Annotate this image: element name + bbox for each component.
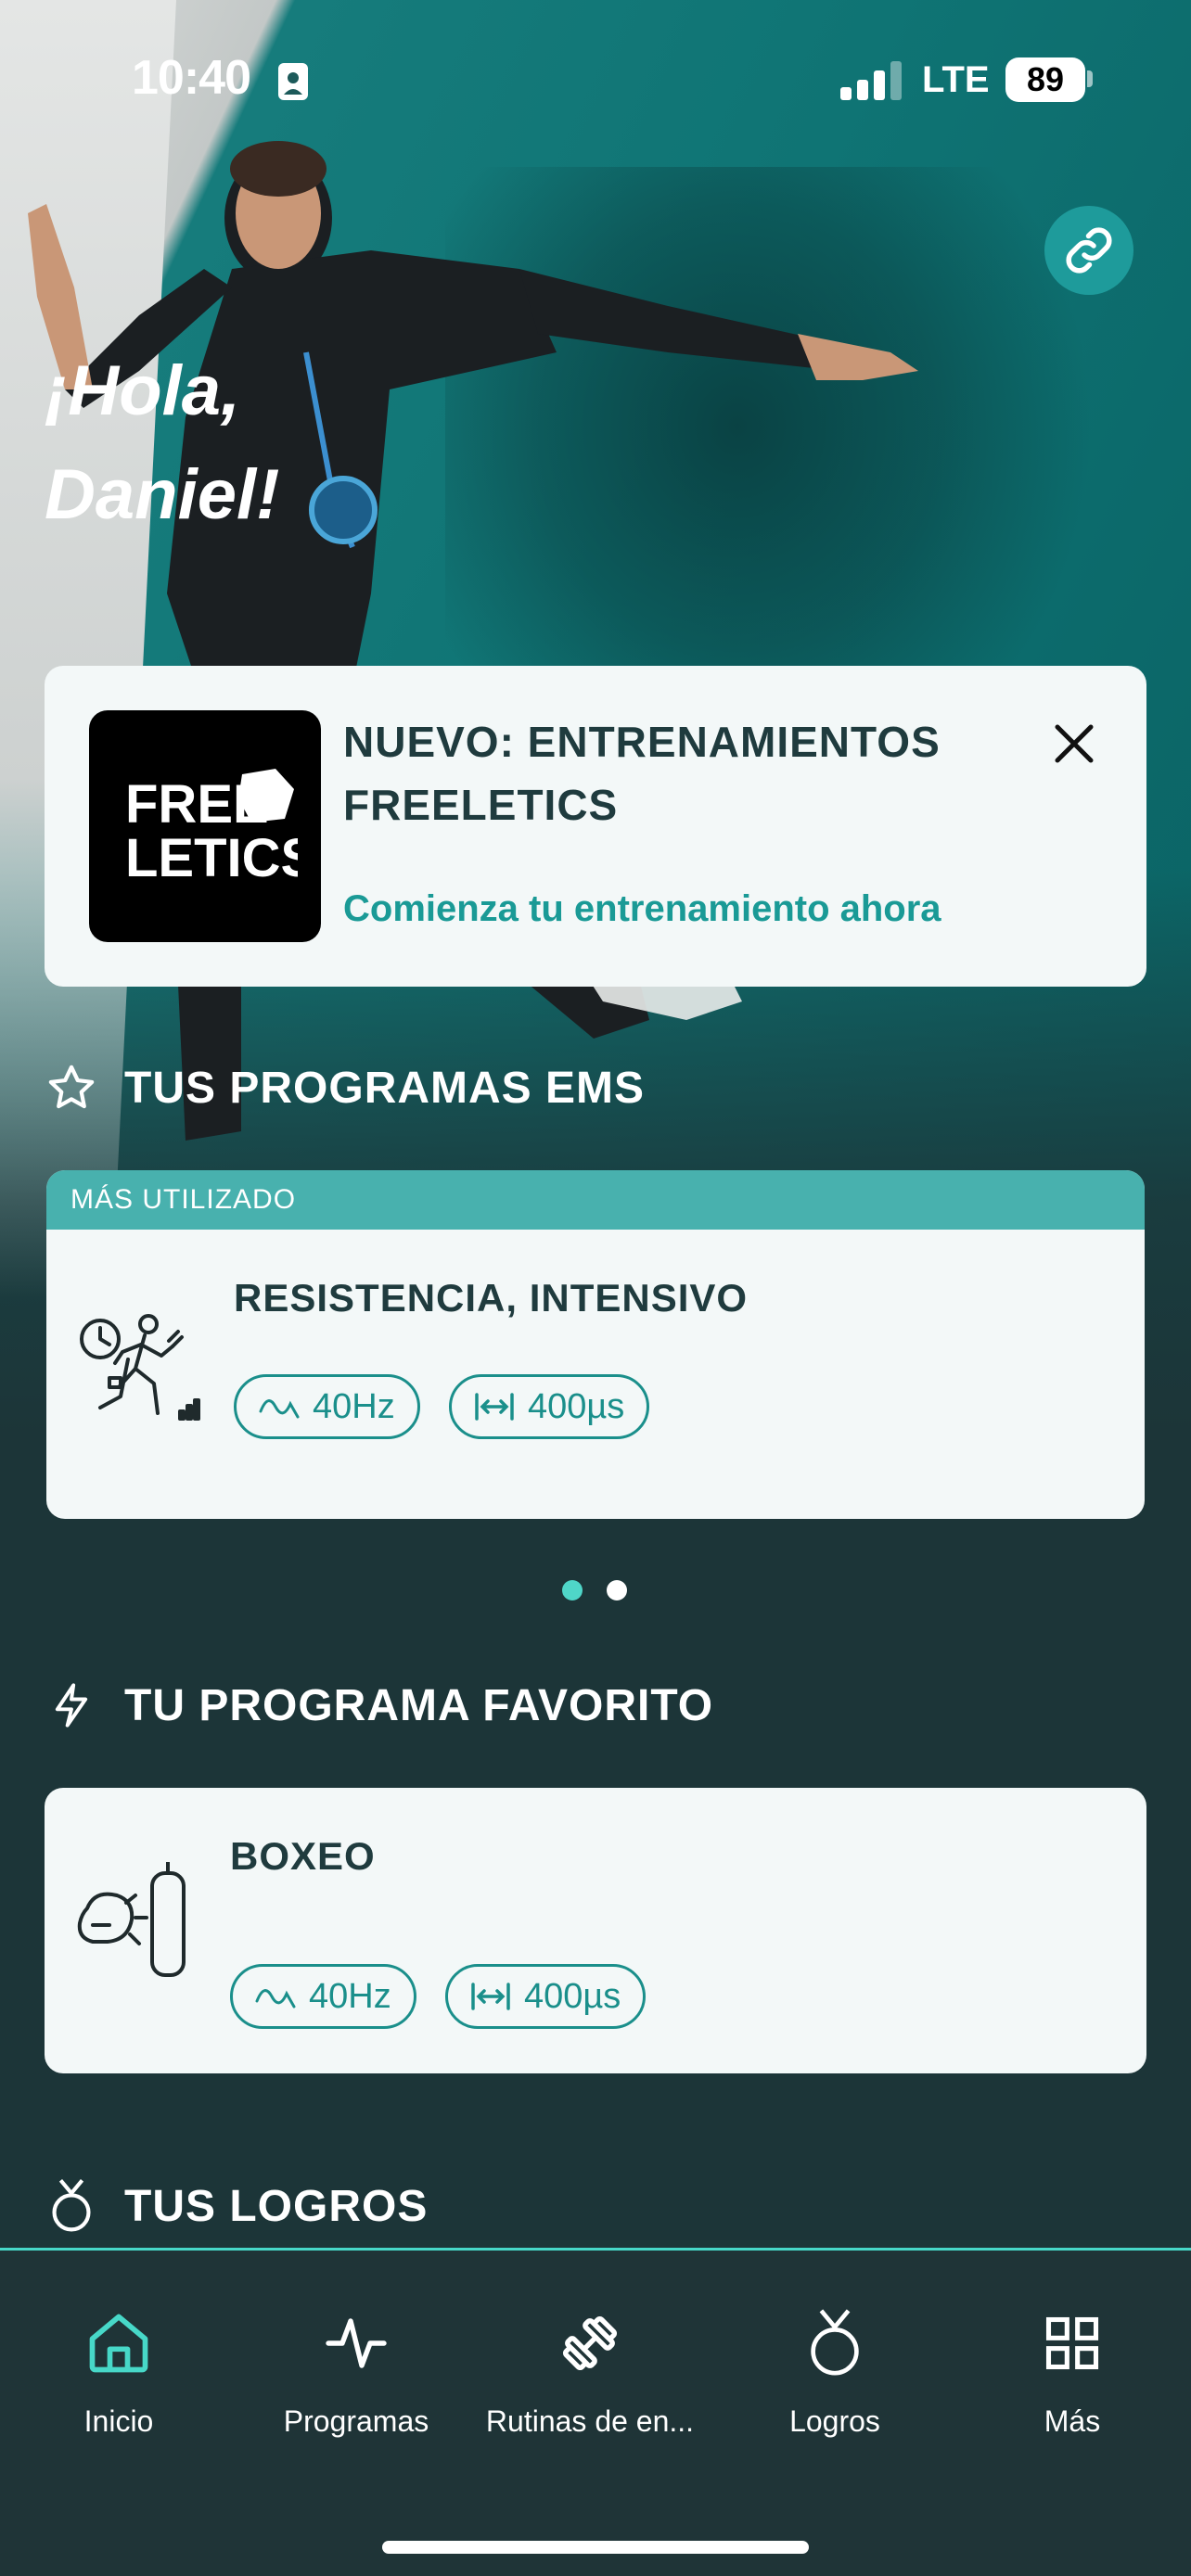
ems-program-card[interactable]: MÁS UTILIZADO RESISTENCIA, INTENSIVO 40H…	[46, 1170, 1145, 1519]
frequency-chip: 40Hz	[234, 1374, 420, 1439]
pulse-width-chip: 400µs	[449, 1374, 650, 1439]
ems-section-title: TUS PROGRAMAS EMS	[124, 1063, 646, 1113]
favorite-program-card[interactable]: BOXEO 40Hz 400µs	[45, 1788, 1146, 2073]
contact-card-icon	[278, 63, 308, 100]
wave-icon	[259, 1399, 300, 1419]
nav-label-inicio: Inicio	[83, 2404, 154, 2438]
freeletics-logo-mark: FREE LETICS	[125, 769, 298, 888]
favorite-program-name: BOXEO	[230, 1834, 376, 1878]
lightning-icon	[45, 1678, 98, 1732]
nav-label-rutinas: Rutinas de en...	[485, 2404, 695, 2438]
close-icon[interactable]	[1048, 718, 1100, 770]
pulse-width-value: 400µs	[524, 1976, 621, 2016]
pulse-width-icon	[475, 1393, 514, 1421]
carousel-dot-1[interactable]	[562, 1580, 583, 1600]
frequency-chip: 40Hz	[230, 1964, 416, 2029]
freeletics-promo-card[interactable]: FREE LETICS NUEVO: ENTRENAMIENTOS FREELE…	[45, 666, 1146, 987]
greeting-title: ¡Hola, Daniel!	[45, 351, 280, 534]
link-icon	[1066, 227, 1112, 274]
home-indicator[interactable]	[382, 2541, 809, 2554]
nav-label-logros: Logros	[789, 2404, 880, 2438]
nav-item-mas[interactable]: Más	[961, 2306, 1184, 2439]
star-icon	[45, 1061, 98, 1115]
carousel-indicator[interactable]	[562, 1580, 651, 1600]
frequency-value: 40Hz	[309, 1976, 391, 2016]
nav-label-mas: Más	[1044, 2404, 1101, 2438]
favorite-section-title: TU PROGRAMA FAVORITO	[124, 1680, 714, 1730]
medal-icon	[798, 2306, 872, 2380]
grid-icon	[1035, 2306, 1109, 2380]
frequency-value: 40Hz	[313, 1386, 395, 1426]
dumbbell-icon	[553, 2306, 627, 2380]
pulse-width-chip: 400µs	[445, 1964, 647, 2029]
promo-cta-link[interactable]: Comienza tu entrenamiento ahora	[343, 888, 941, 930]
pulse-width-icon	[471, 1983, 510, 2010]
nav-item-programas[interactable]: Programas	[245, 2306, 467, 2439]
boxing-glove-icon	[77, 1862, 186, 1977]
link-button[interactable]	[1044, 206, 1133, 295]
nav-item-inicio[interactable]: Inicio	[7, 2306, 230, 2439]
pulse-width-value: 400µs	[528, 1386, 625, 1426]
home-icon	[82, 2306, 156, 2380]
medal-icon	[45, 2178, 98, 2233]
network-label: LTE	[922, 59, 990, 100]
wave-icon	[255, 1989, 296, 2009]
nav-label-programas: Programas	[283, 2404, 429, 2438]
promo-title: NUEVO: ENTRENAMIENTOS FREELETICS	[343, 718, 941, 829]
status-time: 10:40	[132, 51, 251, 105]
freeletics-logo: FREE LETICS	[89, 710, 321, 942]
endurance-runner-icon	[80, 1314, 200, 1421]
signal-icon	[840, 61, 902, 100]
svg-text:LETICS: LETICS	[125, 828, 298, 888]
bottom-navigation: Inicio Programas Rutinas de en... Logros…	[0, 2248, 1191, 2576]
nav-item-rutinas[interactable]: Rutinas de en...	[479, 2306, 701, 2439]
home-screen: 10:40 LTE 89 ¡Hola, Daniel! FREE LETICS …	[0, 0, 1191, 2576]
achievements-section-header: TUS LOGROS	[45, 2178, 429, 2233]
favorite-section-header: TU PROGRAMA FAVORITO	[45, 1678, 713, 1732]
pulse-icon	[319, 2306, 393, 2380]
battery-indicator: 89	[1005, 57, 1085, 102]
nav-item-logros[interactable]: Logros	[724, 2306, 946, 2439]
achievements-section-title: TUS LOGROS	[124, 2181, 429, 2231]
battery-cap	[1087, 70, 1093, 87]
ems-section-header: TUS PROGRAMAS EMS	[45, 1061, 645, 1115]
ems-program-name: RESISTENCIA, INTENSIVO	[234, 1276, 749, 1320]
carousel-dot-2[interactable]	[607, 1580, 627, 1600]
most-used-badge: MÁS UTILIZADO	[46, 1170, 1145, 1230]
